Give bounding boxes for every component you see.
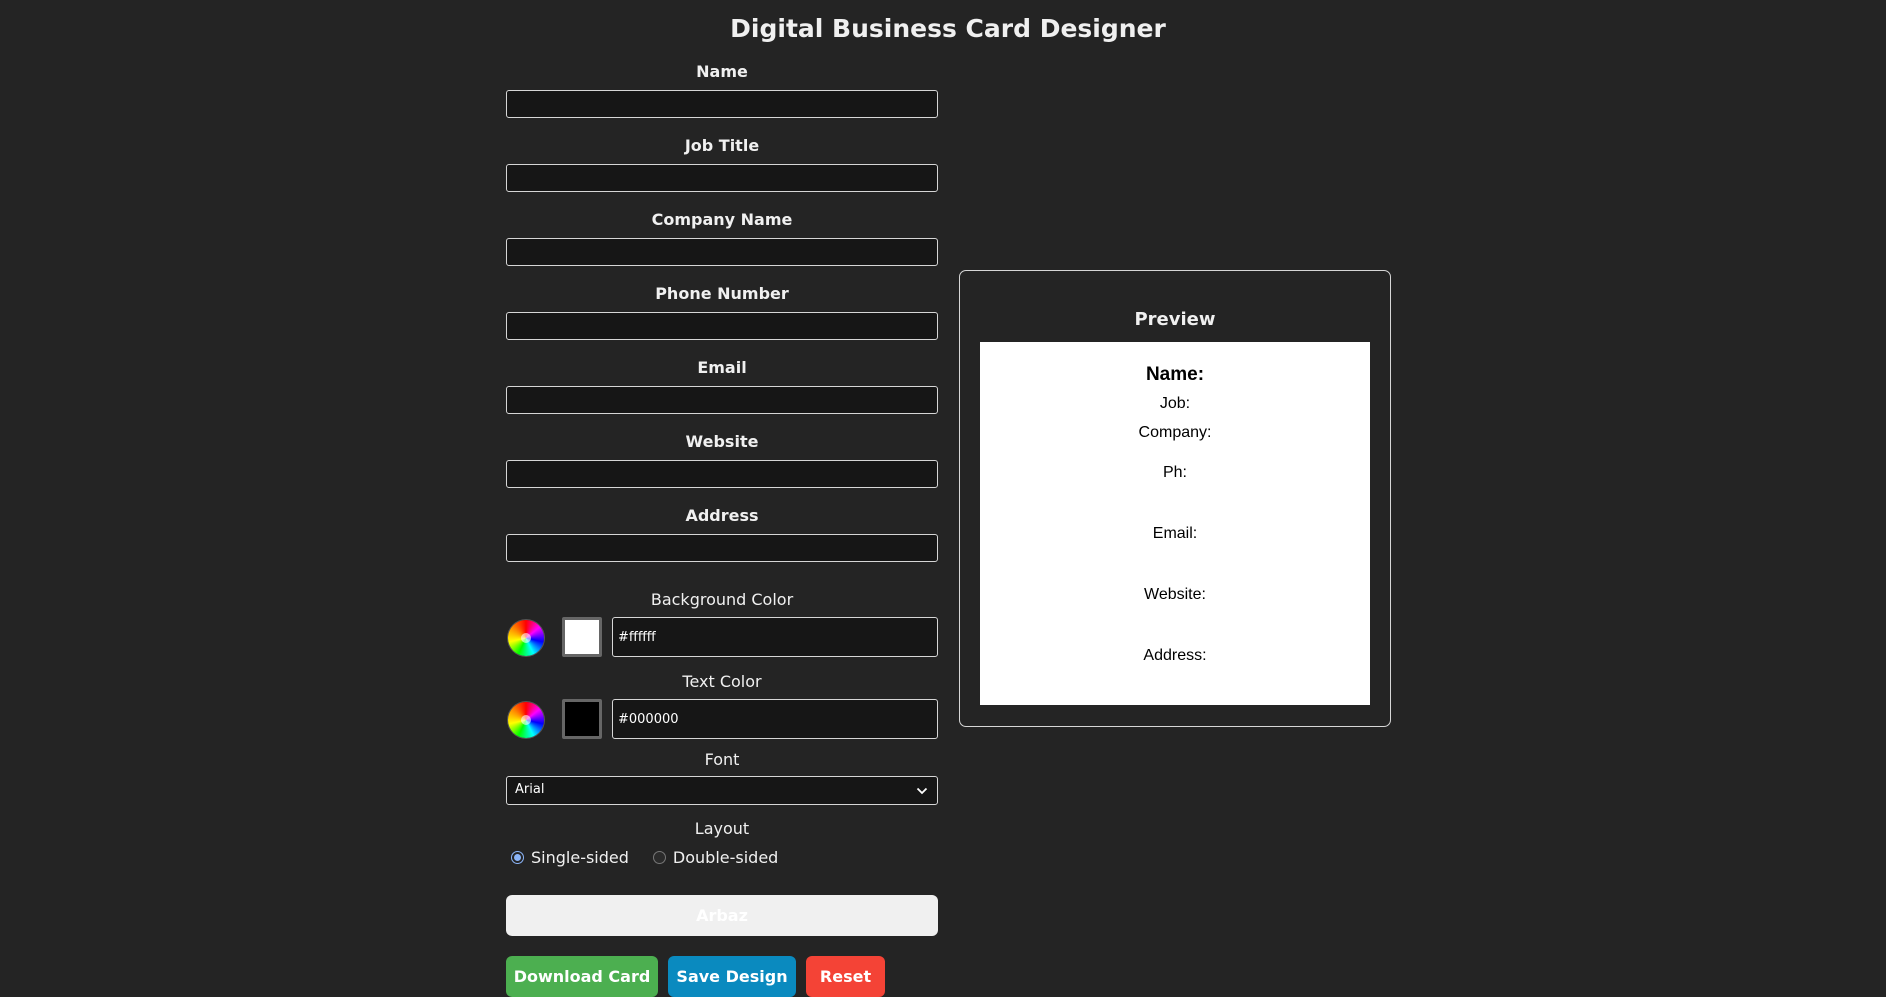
- background-color-row: [506, 616, 938, 657]
- card-address: Address:: [1143, 647, 1207, 664]
- website-input[interactable]: [506, 460, 938, 488]
- double-sided-label[interactable]: Double-sided: [673, 848, 778, 867]
- email-input[interactable]: [506, 386, 938, 414]
- card-job: Job:: [1159, 395, 1191, 412]
- text-color-swatch[interactable]: [562, 699, 602, 739]
- phone-number-input[interactable]: [506, 312, 938, 340]
- color-wheel-icon[interactable]: [508, 702, 544, 738]
- name-display-bar: Arbaz: [506, 895, 938, 936]
- layout-label: Layout: [694, 819, 750, 838]
- font-select[interactable]: Arial: [506, 776, 938, 805]
- address-label: Address: [685, 506, 759, 525]
- font-select-value: Arial: [515, 782, 545, 797]
- card-website: Website:: [1144, 586, 1206, 603]
- job-title-label: Job Title: [684, 136, 760, 155]
- card-company: Company:: [1138, 424, 1212, 441]
- email-label: Email: [697, 358, 747, 377]
- background-color-hex-input[interactable]: [612, 617, 938, 657]
- single-sided-label[interactable]: Single-sided: [531, 848, 629, 867]
- text-color-row: [506, 698, 938, 739]
- background-color-label: Background Color: [650, 590, 794, 609]
- website-label: Website: [685, 432, 759, 451]
- text-color-label: Text Color: [682, 672, 762, 691]
- single-sided-radio[interactable]: [511, 850, 524, 864]
- business-card-preview: Name: Job: Company: Ph: Email: Website: …: [980, 342, 1370, 705]
- download-card-button[interactable]: Download Card: [506, 956, 658, 997]
- card-email: Email:: [1152, 525, 1198, 542]
- card-phone: Ph:: [1162, 464, 1187, 481]
- preview-panel: Preview Name: Job: Company: Ph: Email: W…: [959, 270, 1391, 727]
- background-color-swatch[interactable]: [562, 617, 602, 657]
- address-input[interactable]: [506, 534, 938, 562]
- double-sided-radio[interactable]: [652, 850, 666, 864]
- phone-number-label: Phone Number: [655, 284, 789, 303]
- company-name-input[interactable]: [506, 238, 938, 266]
- card-form: Name Job Title Company Name Phone Number…: [506, 62, 938, 997]
- font-label: Font: [704, 750, 740, 769]
- chevron-down-icon: [916, 787, 928, 795]
- card-name: Name:: [1145, 364, 1205, 385]
- name-input[interactable]: [506, 90, 938, 118]
- name-label: Name: [696, 62, 748, 81]
- save-design-button[interactable]: Save Design: [668, 956, 796, 997]
- reset-button[interactable]: Reset: [806, 956, 885, 997]
- company-name-label: Company Name: [651, 210, 793, 229]
- text-color-hex-input[interactable]: [612, 699, 938, 739]
- action-buttons: Download Card Save Design Reset: [506, 956, 938, 997]
- color-wheel-icon[interactable]: [508, 620, 544, 656]
- page-title: Digital Business Card Designer: [730, 14, 1166, 43]
- job-title-input[interactable]: [506, 164, 938, 192]
- preview-title: Preview: [1134, 309, 1216, 330]
- layout-radio-group: Single-sided Double-sided: [506, 845, 938, 869]
